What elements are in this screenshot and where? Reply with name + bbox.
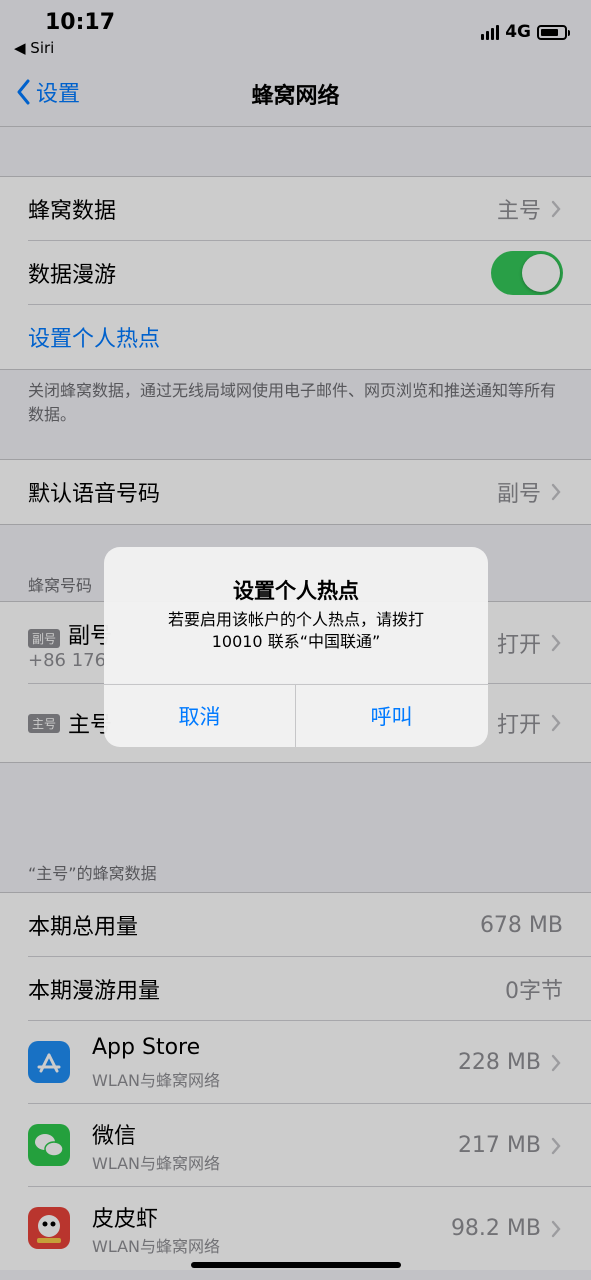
cancel-button[interactable]: 取消: [104, 685, 295, 747]
hotspot-alert-dialog: 设置个人热点 若要启用该帐户的个人热点，请拨打 10010 联系“中国联通” 取…: [104, 547, 488, 747]
alert-message-line-2: 10010 联系“中国联通”: [211, 632, 381, 651]
call-button[interactable]: 呼叫: [296, 685, 487, 747]
alert-message-line-1: 若要启用该帐户的个人热点，请拨打: [167, 610, 424, 629]
alert-title: 设置个人热点: [233, 579, 359, 603]
alert-message: 若要启用该帐户的个人热点，请拨打 10010 联系“中国联通”: [124, 609, 468, 653]
home-indicator[interactable]: [191, 1262, 401, 1268]
